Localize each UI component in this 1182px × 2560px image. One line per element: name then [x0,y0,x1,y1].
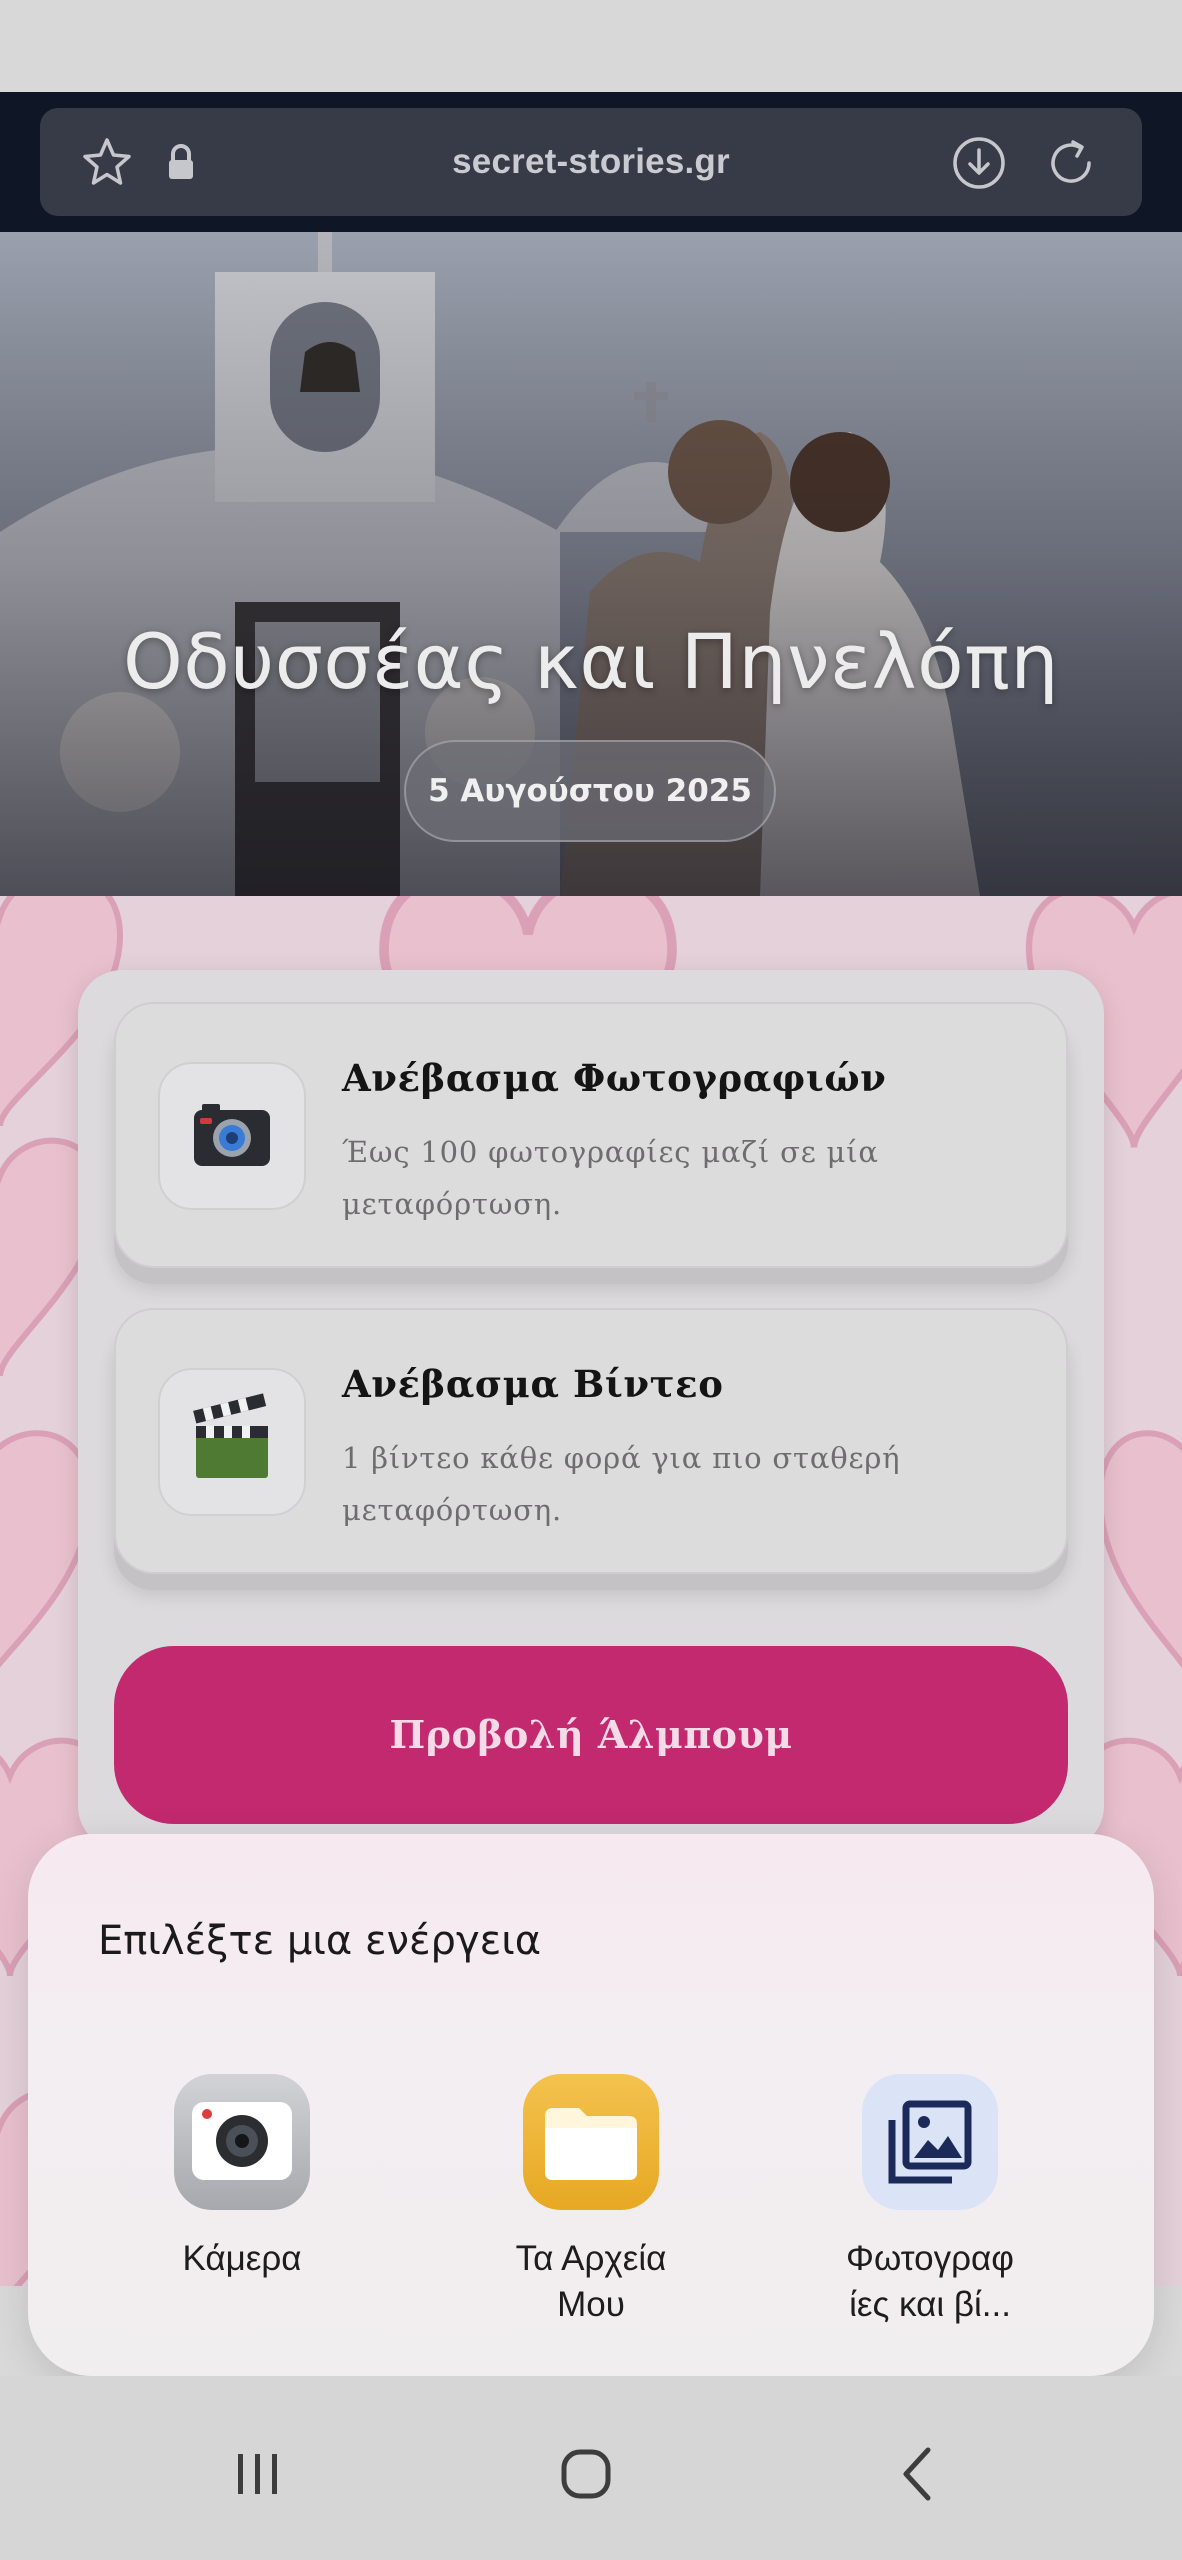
download-icon[interactable] [950,134,1008,192]
camera-icon [194,1104,270,1166]
couple-names-title: Οδυσσέας και Πηνελόπη [122,617,1060,706]
back-button[interactable] [878,2434,958,2514]
action-gallery[interactable]: Φωτογραφ ίες και βί... [780,2074,1080,2328]
action-sheet-title: Επιλέξτε μια ενέργεια [98,1918,542,1964]
photo-icon-box [158,1062,306,1210]
reload-icon[interactable] [1042,134,1100,192]
view-album-button[interactable]: Προβολή Άλμπουμ [114,1646,1068,1824]
action-sheet: Επιλέξτε μια ενέργεια Κάμερα Τα Αρχεία Μ… [28,1834,1154,2376]
address-bar[interactable]: secret-stories.gr [40,108,1142,216]
upload-card: Ανέβασμα Φωτογραφιών Έως 100 φωτογραφίες… [78,970,1104,1850]
browser-toolbar: secret-stories.gr [0,92,1182,232]
upload-video-description: 1 βίντεο κάθε φορά για πιο σταθερή μεταφ… [342,1441,901,1527]
gallery-icon [862,2074,998,2210]
hero-banner: Οδυσσέας και Πηνελόπη 5 Αυγούστου 2025 [0,232,1182,896]
clapperboard-icon [193,1393,268,1478]
wedding-date-badge: 5 Αυγούστου 2025 [404,740,776,842]
action-my-files[interactable]: Τα Αρχεία Μου [441,2074,741,2328]
upload-photos-description: Έως 100 φωτογραφίες μαζί σε μία μεταφόρτ… [342,1135,879,1221]
folder-icon [523,2074,659,2210]
status-bar [0,0,1182,92]
upload-video-title: Ανέβασμα Βίντεο [342,1362,724,1406]
recents-button[interactable] [218,2434,298,2514]
action-my-files-label: Τα Αρχεία Μου [515,2239,667,2324]
upload-photos-option[interactable]: Ανέβασμα Φωτογραφιών Έως 100 φωτογραφίες… [114,1002,1068,1268]
action-gallery-label: Φωτογραφ ίες και βί... [846,2239,1014,2324]
action-camera-label: Κάμερα [182,2239,302,2278]
upload-photos-title: Ανέβασμα Φωτογραφιών [342,1056,887,1100]
upload-video-option[interactable]: Ανέβασμα Βίντεο 1 βίντεο κάθε φορά για π… [114,1308,1068,1574]
camera-app-icon [174,2074,310,2210]
system-navigation-bar [0,2376,1182,2560]
home-button[interactable] [546,2434,626,2514]
action-camera[interactable]: Κάμερα [92,2074,392,2282]
video-icon-box [158,1368,306,1516]
